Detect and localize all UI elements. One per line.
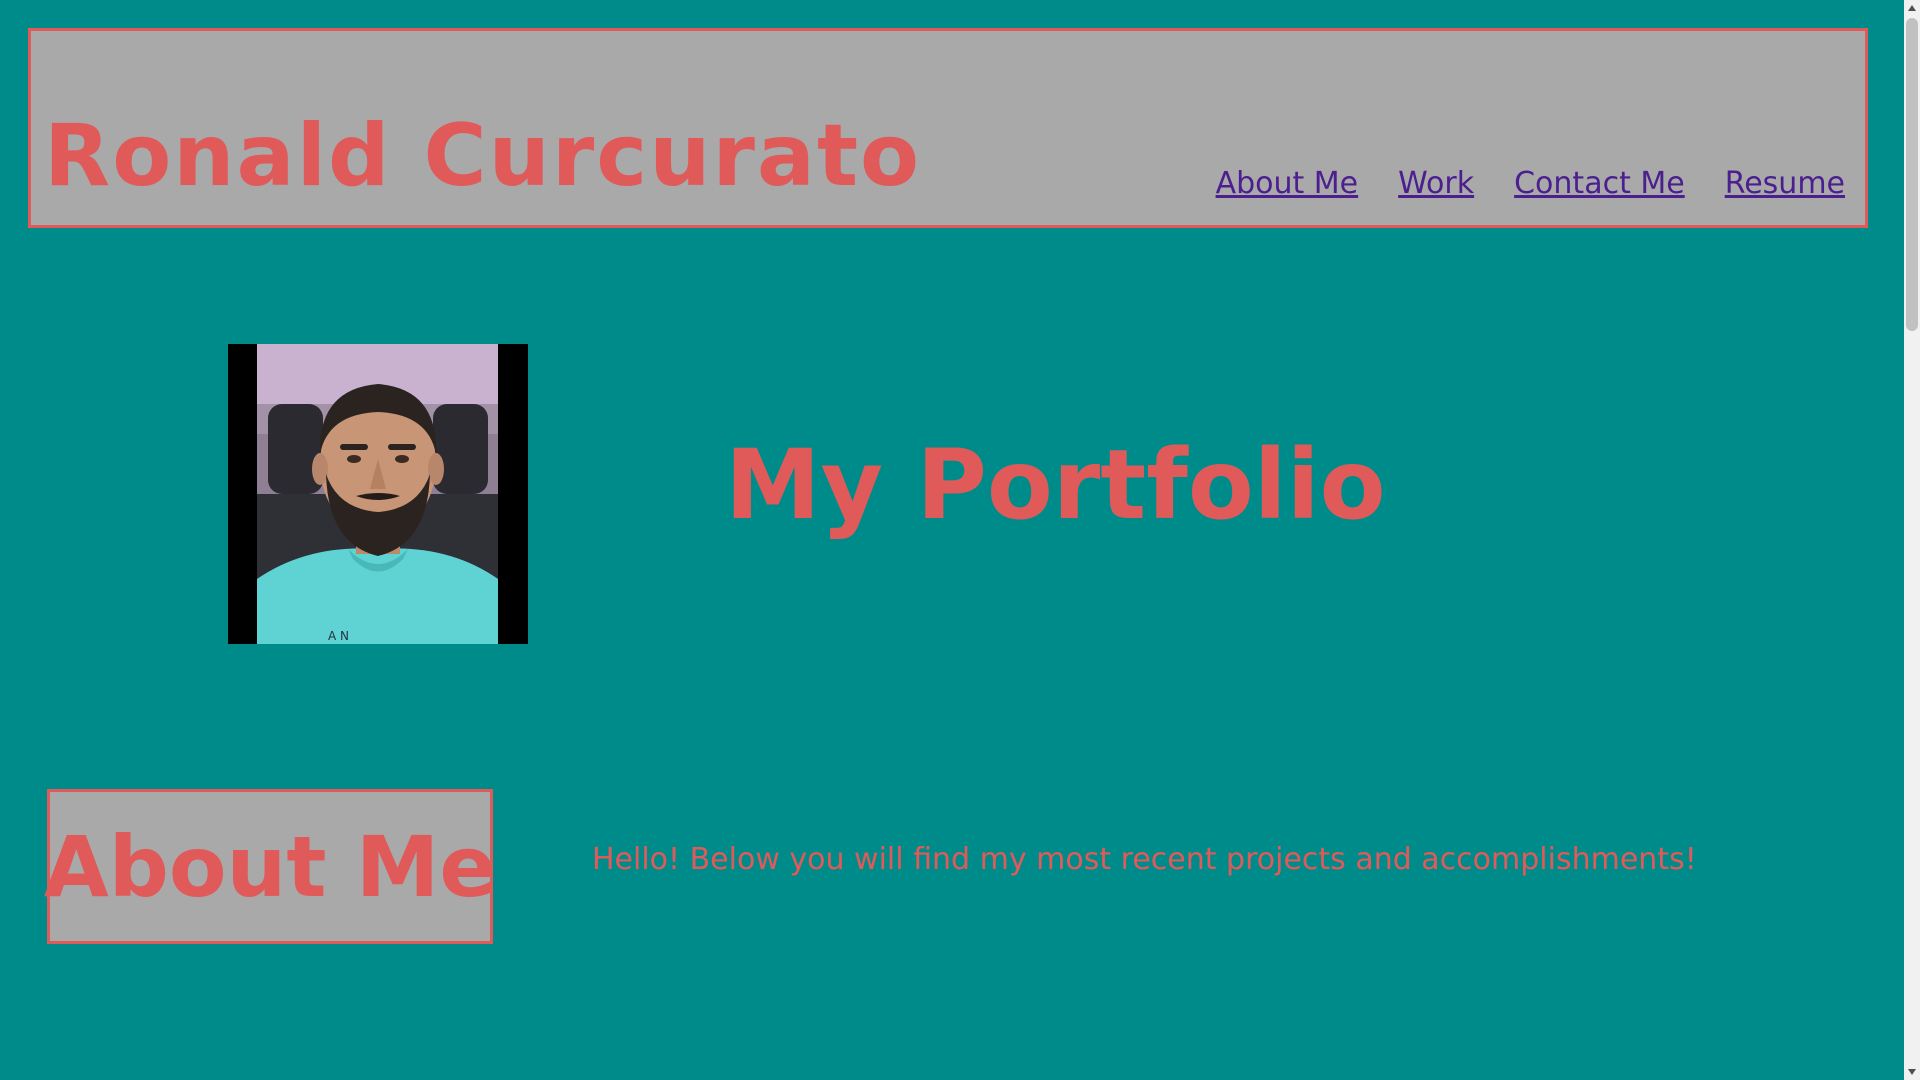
site-title: Ronald Curcurato: [44, 106, 922, 206]
svg-text:A N: A N: [328, 629, 349, 643]
site-header: Ronald Curcurato About Me Work Contact M…: [28, 28, 1868, 228]
about-title: About Me: [43, 817, 497, 916]
nav-link-contact-me[interactable]: Contact Me: [1514, 164, 1685, 204]
scrollbar-thumb[interactable]: [1906, 18, 1918, 331]
main-nav: About Me Work Contact Me Resume: [1216, 164, 1845, 204]
scroll-down-arrow-icon[interactable]: [1904, 1064, 1920, 1080]
page-heading: My Portfolio: [725, 429, 1386, 541]
page-content: Ronald Curcurato About Me Work Contact M…: [0, 0, 1904, 1080]
intro-text: Hello! Below you will find my most recen…: [592, 842, 1697, 877]
nav-link-about-me[interactable]: About Me: [1216, 164, 1359, 204]
scroll-up-arrow-icon[interactable]: [1904, 0, 1920, 16]
nav-link-work[interactable]: Work: [1398, 164, 1474, 204]
nav-link-resume[interactable]: Resume: [1725, 164, 1845, 204]
profile-photo-illustration: A N: [228, 344, 528, 644]
profile-photo: A N: [228, 344, 528, 644]
about-section-box: About Me: [44, 789, 496, 944]
browser-viewport: Ronald Curcurato About Me Work Contact M…: [0, 0, 1920, 1080]
vertical-scrollbar[interactable]: [1904, 0, 1920, 1080]
